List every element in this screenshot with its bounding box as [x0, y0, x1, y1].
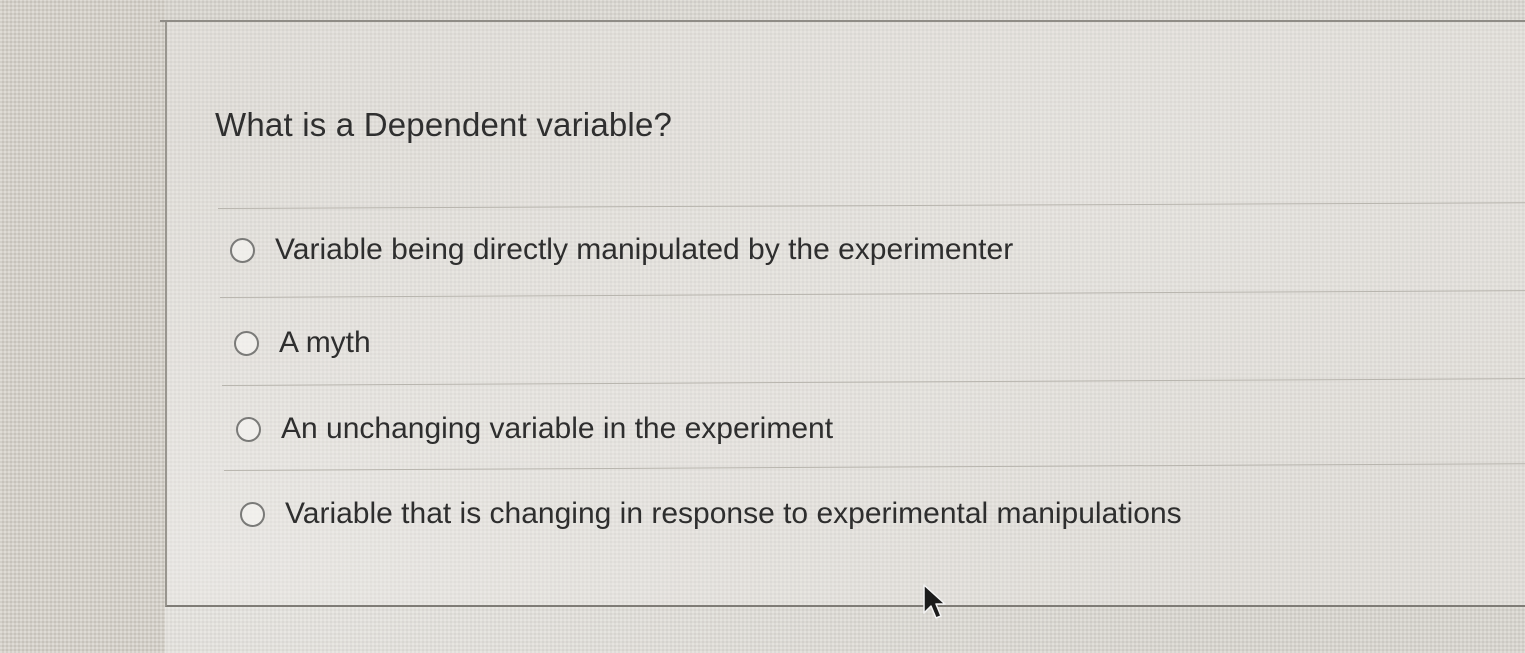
- radio-button-2[interactable]: [234, 330, 259, 356]
- answer-option-1-label: Variable being directly manipulated by t…: [275, 233, 1014, 266]
- answer-option-3-label: An unchanging variable in the experiment: [281, 412, 834, 445]
- answer-option-4-label: Variable that is changing in response to…: [285, 497, 1182, 530]
- radio-button-3[interactable]: [236, 416, 261, 442]
- radio-button-4[interactable]: [240, 501, 265, 527]
- answer-option-4[interactable]: Variable that is changing in response to…: [240, 497, 1182, 531]
- answer-option-1[interactable]: Variable being directly manipulated by t…: [230, 233, 1013, 267]
- mouse-pointer-icon: [923, 584, 946, 619]
- answer-option-3[interactable]: An unchanging variable in the experiment: [236, 412, 833, 446]
- question-text: What is a Dependent variable?: [215, 106, 673, 143]
- answer-option-2-label: A myth: [279, 326, 371, 359]
- answer-option-2[interactable]: A myth: [234, 326, 371, 360]
- page-background: [0, 0, 165, 653]
- radio-button-1[interactable]: [230, 237, 255, 263]
